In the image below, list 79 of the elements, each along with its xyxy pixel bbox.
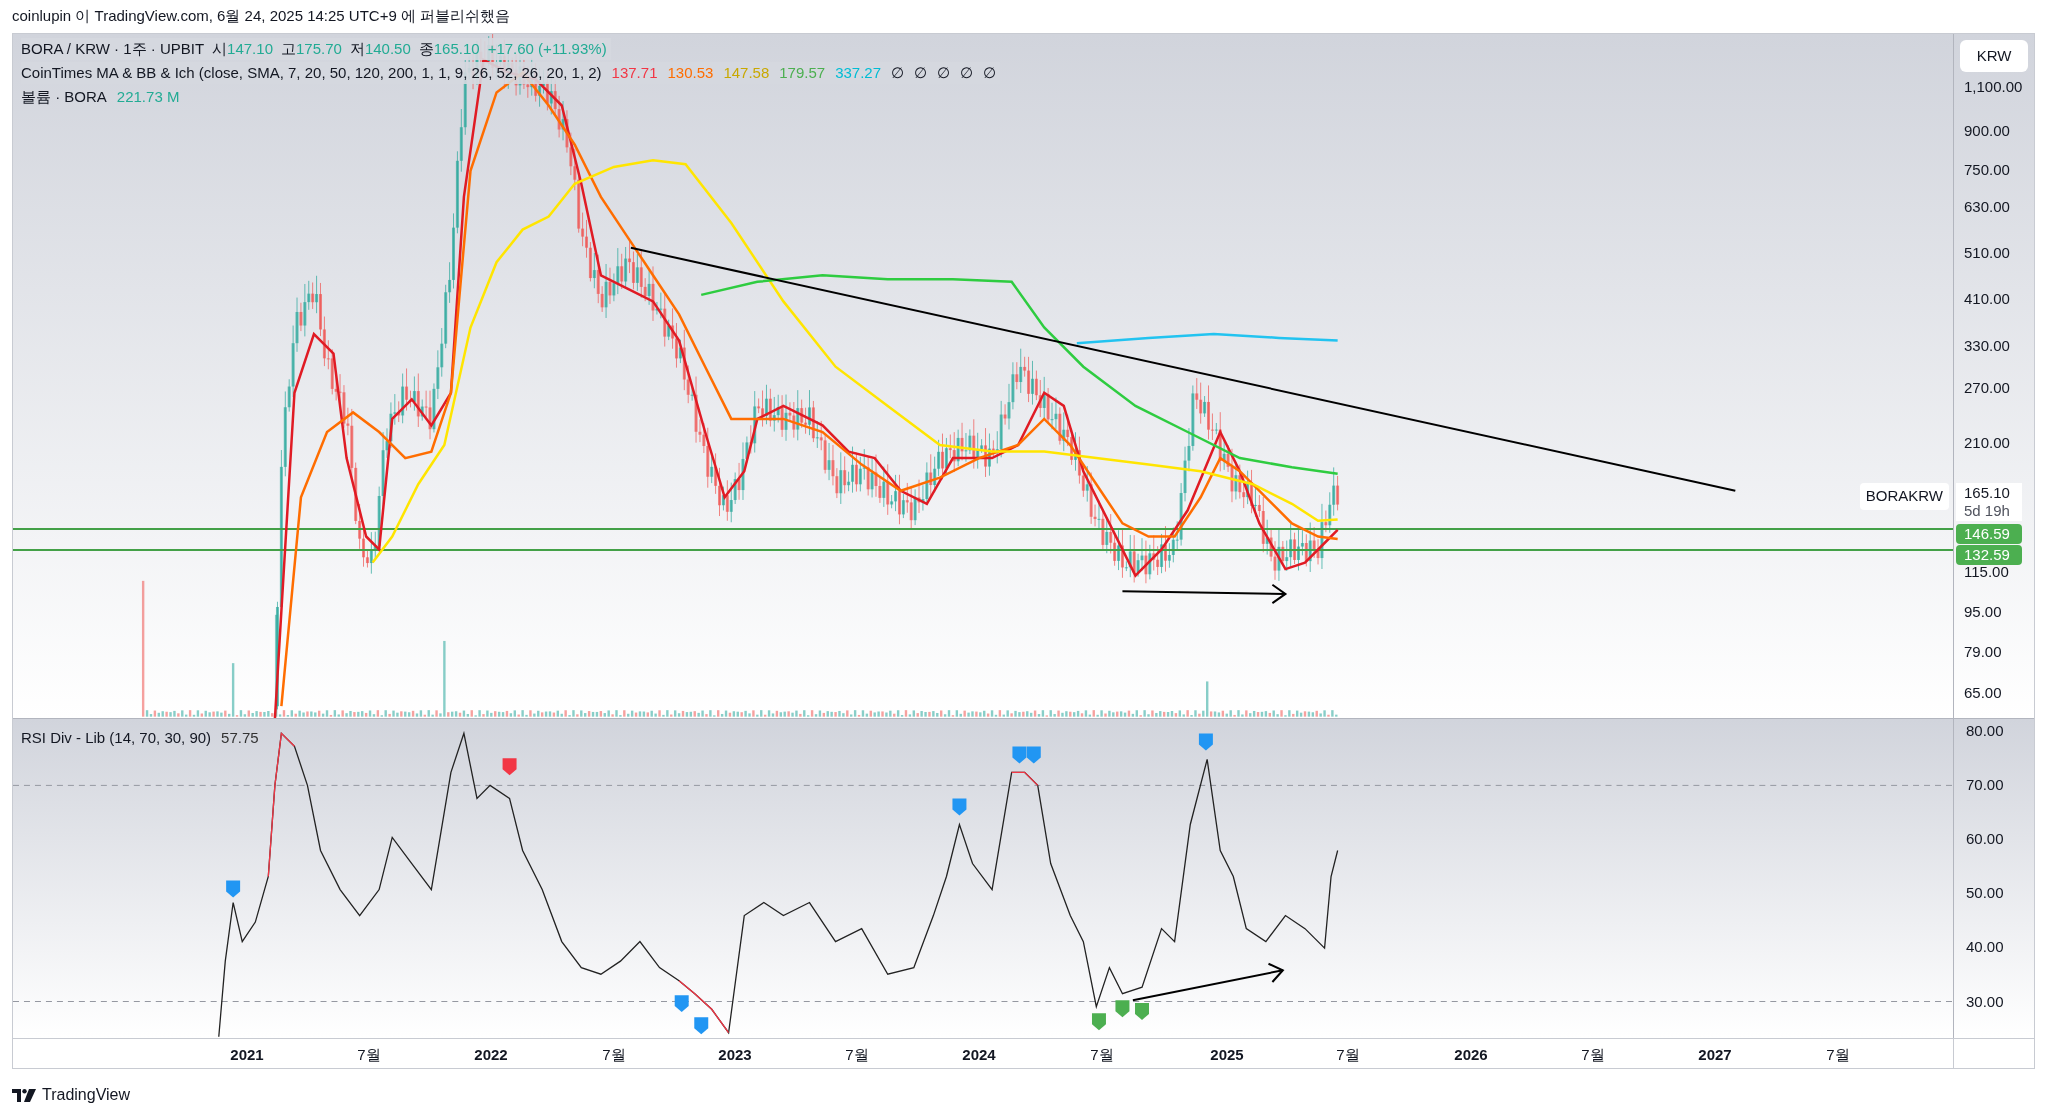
bar-countdown: 5d 19h xyxy=(1964,502,2011,520)
last-price: 165.10 xyxy=(1964,484,2011,502)
empty-value: ∅ xyxy=(914,63,928,83)
level-price-tag: 132.59 xyxy=(1956,545,2022,565)
rsi-tick: 30.00 xyxy=(1966,991,2004,1012)
time-tick: 7월 xyxy=(357,1045,381,1065)
price-tick: 750.00 xyxy=(1964,159,2010,180)
price-tick: 65.00 xyxy=(1964,682,2002,703)
time-tick: 2027 xyxy=(1698,1045,1732,1065)
empty-value: ∅ xyxy=(891,63,905,83)
price-tick: 95.00 xyxy=(1964,601,2002,622)
ohlc-value: 147.10 xyxy=(227,39,273,59)
time-tick: 7월 xyxy=(1336,1045,1360,1065)
signal-marker-icon xyxy=(674,995,689,1013)
signal-marker-icon xyxy=(1198,733,1213,751)
ohlc-value: 175.70 xyxy=(296,39,342,59)
time-tick: 2022 xyxy=(474,1045,508,1065)
rsi-tick: 40.00 xyxy=(1966,936,2004,957)
time-tick: 7월 xyxy=(1826,1045,1850,1065)
rsi-tick: 80.00 xyxy=(1966,720,2004,741)
time-tick: 2021 xyxy=(230,1045,264,1065)
rsi-tick: 50.00 xyxy=(1966,882,2004,903)
signal-marker-icon xyxy=(952,798,967,816)
empty-value: ∅ xyxy=(983,63,997,83)
price-tick: 410.00 xyxy=(1964,288,2010,309)
symbol-title: BORA / KRW · 1주 · UPBIT xyxy=(21,39,205,59)
indicator-title: CoinTimes MA & BB & Ich (close, SMA, 7, 20, 50, 120, 200, 1, 1, 9, 26, 52, 26, 20, 1, 2) xyxy=(21,63,602,83)
indicator-value: 179.57 xyxy=(779,63,826,83)
indicator-value: 130.53 xyxy=(667,63,714,83)
price-tick: 270.00 xyxy=(1964,377,2010,398)
time-tick: 2026 xyxy=(1454,1045,1488,1065)
volume-title: 볼륨 · BORA xyxy=(21,87,107,107)
time-tick: 7월 xyxy=(1090,1045,1114,1065)
rsi-extreme-line xyxy=(1011,771,1039,787)
time-tick: 2023 xyxy=(718,1045,752,1065)
price-tick: 79.00 xyxy=(1964,641,2002,662)
price-tick: 210.00 xyxy=(1964,432,2010,453)
signal-marker-icon xyxy=(226,880,241,898)
ohlc-label: 종 xyxy=(418,39,434,59)
ohlc-label: 저 xyxy=(349,39,365,59)
signal-marker-icon xyxy=(1012,746,1027,764)
signal-marker-icon xyxy=(1115,1000,1130,1018)
rsi-tick: 70.00 xyxy=(1966,774,2004,795)
indicator-value: 147.58 xyxy=(723,63,770,83)
signal-marker-icon xyxy=(1092,1013,1106,1031)
price-change: +17.60 (+11.93%) xyxy=(487,39,607,59)
indicator-value: 337.27 xyxy=(835,63,882,83)
signal-marker-icon xyxy=(694,1017,709,1035)
ohlc-label: 고 xyxy=(281,39,296,59)
time-tick: 7월 xyxy=(602,1045,626,1065)
rsi-tick: 60.00 xyxy=(1966,828,2004,849)
rsi-title: RSI Div - Lib (14, 70, 30, 90) xyxy=(21,728,212,748)
time-tick: 2025 xyxy=(1210,1045,1244,1065)
price-tick: 510.00 xyxy=(1964,242,2010,263)
signal-marker-icon xyxy=(1026,746,1041,764)
time-tick: 7월 xyxy=(1581,1045,1605,1065)
price-tick: 900.00 xyxy=(1964,120,2010,141)
level-price-tag: 146.59 xyxy=(1956,524,2022,544)
price-tick: 1,100.00 xyxy=(1964,76,2023,97)
ohlc-label: 시 xyxy=(212,39,228,59)
empty-value: ∅ xyxy=(937,63,951,83)
brand-logo-icon xyxy=(12,1088,36,1102)
symbol-tag: BORAKRW xyxy=(1859,483,1949,510)
ohlc-value: 140.50 xyxy=(364,39,411,59)
signal-marker-icon xyxy=(1135,1002,1149,1020)
time-tick: 7월 xyxy=(845,1045,869,1065)
currency-button[interactable]: KRW xyxy=(1960,40,2028,72)
brand-name: TradingView xyxy=(42,1085,131,1105)
rsi-value: 57.75 xyxy=(221,728,259,748)
price-tick: 630.00 xyxy=(1964,196,2010,217)
price-tick: 330.00 xyxy=(1964,335,2010,356)
published-caption: coinlupin 이 TradingView.com, 6월 24, 2025 14:25 UTC+9 에 퍼블리쉬했음 xyxy=(12,6,511,27)
empty-value: ∅ xyxy=(960,63,974,83)
indicator-value: 137.71 xyxy=(611,63,658,83)
time-tick: 2024 xyxy=(962,1045,996,1065)
volume-value: 221.73 M xyxy=(116,87,180,107)
signal-marker-icon xyxy=(502,758,517,776)
rsi-extreme-line xyxy=(678,980,730,1034)
ohlc-value: 165.10 xyxy=(433,39,480,59)
